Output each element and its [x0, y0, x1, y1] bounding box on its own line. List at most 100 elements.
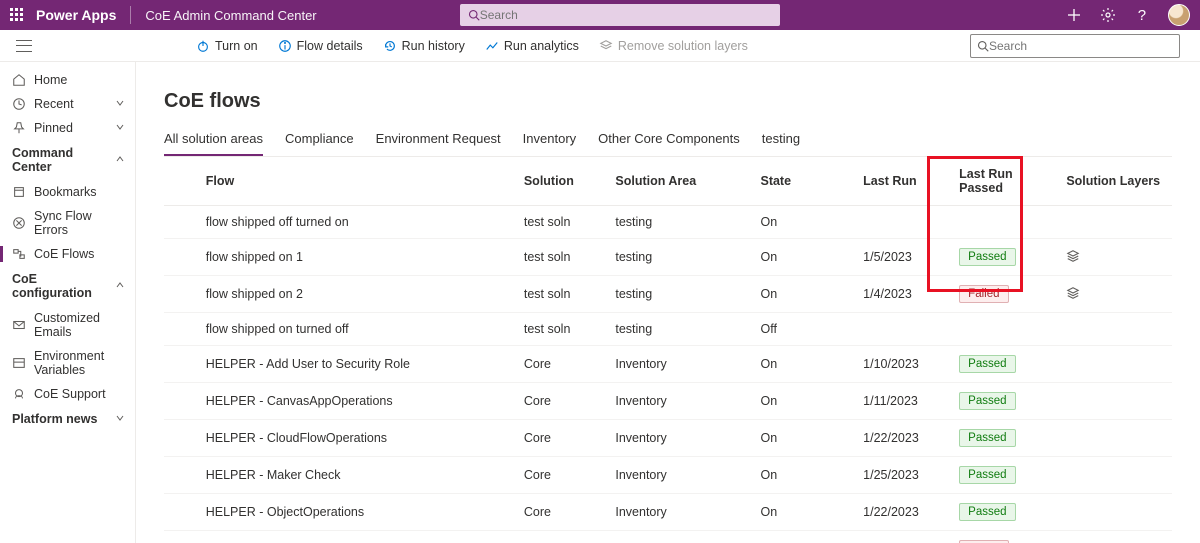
- cell-flow: flow shipped off turned on: [200, 206, 518, 239]
- cell-last-run-passed: Failed: [953, 276, 1060, 313]
- col-last-run[interactable]: Last Run: [857, 157, 953, 206]
- table-row[interactable]: HELPER - Add User to Security RoleCoreIn…: [164, 346, 1172, 383]
- tab-inventory[interactable]: Inventory: [523, 131, 576, 156]
- brand-label: Power Apps: [36, 7, 116, 23]
- cell-area: Inventory: [609, 383, 754, 420]
- cell-area: Inventory: [609, 346, 754, 383]
- tab-compliance[interactable]: Compliance: [285, 131, 354, 156]
- cell-layers: [1060, 313, 1172, 346]
- cell-solution: Core: [518, 383, 610, 420]
- nav-label: Pinned: [34, 121, 73, 135]
- cmd-label: Turn on: [215, 39, 258, 53]
- tab-other-core-components[interactable]: Other Core Components: [598, 131, 740, 156]
- search-icon: [468, 9, 480, 21]
- col-last-run-passed[interactable]: Last Run Passed: [953, 157, 1060, 206]
- tab-all-solution-areas[interactable]: All solution areas: [164, 131, 263, 156]
- nav-bookmarks[interactable]: Bookmarks: [0, 180, 135, 204]
- nav-group-command-center[interactable]: Command Center: [0, 140, 135, 180]
- cell-solution: test soln: [518, 206, 610, 239]
- nav-coe-flows[interactable]: CoE Flows: [0, 242, 135, 266]
- cell-area: testing: [609, 239, 754, 276]
- nav-customized-emails[interactable]: Customized Emails: [0, 306, 135, 344]
- cell-state: On: [754, 346, 857, 383]
- nav-label: Customized Emails: [34, 311, 125, 339]
- app-title: CoE Admin Command Center: [145, 8, 316, 23]
- cmd-run-history[interactable]: Run history: [383, 39, 465, 53]
- tab-testing[interactable]: testing: [762, 131, 800, 156]
- table-row[interactable]: HELPER - CanvasAppOperationsCoreInventor…: [164, 383, 1172, 420]
- nav-recent[interactable]: Recent: [0, 92, 135, 116]
- nav-sync-flow-errors[interactable]: Sync Flow Errors: [0, 204, 135, 242]
- page-search-input[interactable]: [989, 39, 1173, 53]
- status-badge-passed: Passed: [959, 248, 1015, 266]
- nav-toggle-icon[interactable]: [16, 40, 32, 52]
- user-avatar[interactable]: [1168, 4, 1190, 26]
- global-search[interactable]: [460, 4, 780, 26]
- cmd-label: Run history: [402, 39, 465, 53]
- cell-last-run: [857, 206, 953, 239]
- cell-layers: [1060, 494, 1172, 531]
- table-row[interactable]: flow shipped on 1test solntestingOn1/5/2…: [164, 239, 1172, 276]
- status-badge-passed: Passed: [959, 392, 1015, 410]
- cell-last-run: 1/5/2023: [857, 239, 953, 276]
- col-area[interactable]: Solution Area: [609, 157, 754, 206]
- status-badge-passed: Passed: [959, 503, 1015, 521]
- help-icon[interactable]: ?: [1134, 7, 1150, 23]
- cell-last-run: 1/4/2023: [857, 276, 953, 313]
- table-row[interactable]: HELPER - Send EmailCoreInventoryOn1/25/2…: [164, 531, 1172, 543]
- table-row[interactable]: flow shipped on 2test solntestingOn1/4/2…: [164, 276, 1172, 313]
- nav-group-coe-config[interactable]: CoE configuration: [0, 266, 135, 306]
- layers-icon[interactable]: [1066, 252, 1080, 266]
- global-search-input[interactable]: [480, 8, 772, 22]
- col-state[interactable]: State: [754, 157, 857, 206]
- cell-last-run: 1/25/2023: [857, 457, 953, 494]
- divider: [130, 6, 131, 24]
- chevron-up-icon: [115, 153, 125, 167]
- cell-flow: HELPER - ObjectOperations: [200, 494, 518, 531]
- settings-icon[interactable]: [1100, 7, 1116, 23]
- cell-area: Inventory: [609, 457, 754, 494]
- table-row[interactable]: flow shipped off turned ontest solntesti…: [164, 206, 1172, 239]
- table-row[interactable]: HELPER - ObjectOperationsCoreInventoryOn…: [164, 494, 1172, 531]
- cell-flow: HELPER - Send Email: [200, 531, 518, 543]
- cell-last-run-passed: Passed: [953, 420, 1060, 457]
- table-row[interactable]: flow shipped on turned offtest solntesti…: [164, 313, 1172, 346]
- left-nav: Home Recent Pinned Command Center Bookma…: [0, 62, 136, 543]
- nav-coe-support[interactable]: CoE Support: [0, 382, 135, 406]
- table-row[interactable]: HELPER - Maker CheckCoreInventoryOn1/25/…: [164, 457, 1172, 494]
- nav-pinned[interactable]: Pinned: [0, 116, 135, 140]
- cell-flow: flow shipped on 2: [200, 276, 518, 313]
- cmd-label: Flow details: [297, 39, 363, 53]
- nav-label: CoE Flows: [34, 247, 94, 261]
- app-launcher-icon[interactable]: [10, 8, 24, 22]
- cell-last-run-passed: Passed: [953, 346, 1060, 383]
- cell-last-run-passed: Passed: [953, 457, 1060, 494]
- status-badge-passed: Passed: [959, 466, 1015, 484]
- layers-icon[interactable]: [1066, 289, 1080, 303]
- col-flow[interactable]: Flow: [200, 157, 518, 206]
- cmd-run-analytics[interactable]: Run analytics: [485, 39, 579, 53]
- flow-icon: [12, 247, 26, 261]
- pin-icon: [12, 121, 26, 135]
- tab-environment-request[interactable]: Environment Request: [376, 131, 501, 156]
- table-row[interactable]: HELPER - CloudFlowOperationsCoreInventor…: [164, 420, 1172, 457]
- nav-home[interactable]: Home: [0, 68, 135, 92]
- history-icon: [383, 39, 397, 53]
- nav-label: Home: [34, 73, 67, 87]
- cell-state: On: [754, 420, 857, 457]
- cmd-flow-details[interactable]: Flow details: [278, 39, 363, 53]
- col-solution[interactable]: Solution: [518, 157, 610, 206]
- col-solution-layers[interactable]: Solution Layers: [1060, 157, 1172, 206]
- cell-last-run-passed: Failed: [953, 531, 1060, 543]
- page-search[interactable]: [970, 34, 1180, 58]
- nav-environment-variables[interactable]: Environment Variables: [0, 344, 135, 382]
- cell-solution: test soln: [518, 239, 610, 276]
- nav-group-platform-news[interactable]: Platform news: [0, 406, 135, 432]
- layers-icon: [599, 39, 613, 53]
- cmd-label: Remove solution layers: [618, 39, 748, 53]
- cell-flow: flow shipped on turned off: [200, 313, 518, 346]
- cmd-turn-on[interactable]: Turn on: [196, 39, 258, 53]
- nav-label: CoE Support: [34, 387, 106, 401]
- add-icon[interactable]: [1066, 7, 1082, 23]
- cell-last-run: 1/25/2023: [857, 531, 953, 543]
